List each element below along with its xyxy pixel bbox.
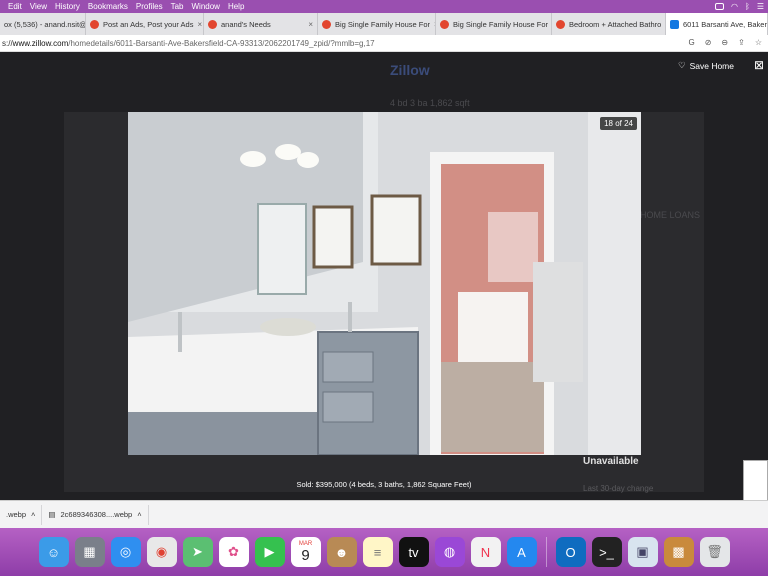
tab-title: 6011 Barsanti Ave, Bakersfie [683, 19, 767, 29]
bluetooth-icon[interactable]: ᛒ [745, 2, 750, 11]
site-icon [208, 19, 217, 29]
site-icon [322, 19, 331, 29]
download-item[interactable]: ▤ 2c689346308....webp ˄ [42, 504, 149, 525]
tab-bar: ox (5,536) - anand.nsit@× Post an Ads, P… [0, 13, 768, 35]
site-icon [440, 19, 449, 29]
podcasts-icon[interactable]: ◍ [434, 537, 465, 567]
outlook-icon[interactable]: O [555, 537, 586, 567]
contacts-icon[interactable]: ☻ [326, 537, 357, 567]
menu-window[interactable]: Window [192, 2, 220, 11]
zoom-icon[interactable]: ⊖ [721, 38, 728, 47]
menu-edit[interactable]: Edit [8, 2, 22, 11]
finder-icon[interactable]: ☺ [38, 537, 69, 567]
news-icon[interactable]: N [470, 537, 501, 567]
hide-icon[interactable]: ⊘ [705, 38, 712, 47]
maps-icon[interactable]: ➤ [182, 537, 213, 567]
menu-help[interactable]: Help [228, 2, 244, 11]
bookmark-star-icon[interactable]: ☆ [755, 38, 762, 47]
control-center-icon[interactable]: ☰ [757, 2, 764, 11]
tab-gmail[interactable]: ox (5,536) - anand.nsit@× [0, 13, 86, 35]
tab-title: ox (5,536) - anand.nsit@ [4, 19, 86, 29]
bathroom-image [128, 112, 641, 455]
zillow-logo: Zillow [390, 62, 430, 78]
url-path: /homedetails/6011-Barsanti-Ave-Bakersfie… [68, 38, 375, 48]
menu-tab[interactable]: Tab [171, 2, 184, 11]
photos-icon[interactable]: ✿ [218, 537, 249, 567]
trash-icon[interactable]: 🗑 [699, 537, 730, 567]
dock-separator [545, 537, 547, 567]
tab-big-house-2[interactable]: Big Single Family House For× [436, 13, 552, 35]
calendar-icon[interactable]: MAR 9 [290, 537, 321, 567]
chrome-icon[interactable]: ◉ [146, 537, 177, 567]
address-actions: G ⊘ ⊖ ⇪ ☆ [688, 38, 762, 47]
close-icon[interactable]: × [193, 20, 202, 29]
close-icon[interactable]: ⊠ [752, 58, 766, 72]
google-icon[interactable]: G [688, 38, 694, 47]
listing-facts: 4 bd 3 ba 1,862 sqft [390, 98, 470, 108]
status-icons: ◠ ᛒ ☰ [715, 0, 764, 13]
calendar-day: 9 [301, 546, 310, 564]
apple-tv-icon[interactable]: tv [398, 537, 429, 567]
url-domain: www.zillow.com [12, 38, 69, 48]
terminal-icon[interactable]: >_ [591, 537, 622, 567]
tab-post-ads[interactable]: Post an Ads, Post your Ads × [86, 13, 204, 35]
menu-profiles[interactable]: Profiles [136, 2, 163, 11]
menu-bar: Edit View History Bookmarks Profiles Tab… [0, 0, 768, 13]
file-icon: ▤ [48, 510, 56, 519]
wifi-icon[interactable]: ◠ [731, 2, 738, 11]
tab-title: Big Single Family House For [453, 19, 549, 29]
address-bar[interactable]: s://www.zillow.com/homedetails/6011-Bars… [0, 35, 768, 52]
zillow-icon [670, 19, 679, 29]
page-content: Zillow 4 bd 3 ba 1,862 sqft HOME LOANS ♡… [0, 52, 768, 500]
app-store-icon[interactable]: A [506, 537, 537, 567]
listing-photo[interactable]: 18 of 24 [128, 112, 641, 455]
tab-title: anand's Needs [221, 19, 271, 29]
save-home-label: Save Home [689, 60, 734, 71]
url-text[interactable]: s://www.zillow.com/homedetails/6011-Bars… [0, 39, 375, 48]
notes-icon[interactable]: ≡ [362, 537, 393, 567]
tab-title: Post an Ads, Post your Ads [103, 19, 194, 29]
site-icon [556, 19, 565, 29]
save-home-button[interactable]: ♡ Save Home [678, 60, 734, 71]
close-icon[interactable]: × [304, 20, 313, 29]
heart-icon: ♡ [677, 60, 686, 70]
url-scheme: s:// [2, 38, 13, 48]
tab-bedroom[interactable]: Bedroom + Attached Bathro× [552, 13, 666, 35]
archive-icon[interactable]: ▩ [663, 537, 694, 567]
tab-big-house-1[interactable]: Big Single Family House For× [318, 13, 436, 35]
preview-icon[interactable]: ▣ [627, 537, 658, 567]
menu-view[interactable]: View [30, 2, 47, 11]
facetime-icon[interactable]: ▶ [254, 537, 285, 567]
share-icon[interactable]: ⇪ [738, 38, 745, 47]
launchpad-icon[interactable]: ▦ [74, 537, 105, 567]
battery-icon[interactable] [715, 3, 725, 10]
tab-zillow[interactable]: 6011 Barsanti Ave, Bakersfie [666, 13, 768, 35]
download-name: 2c689346308....webp [60, 510, 133, 519]
chevron-up-icon[interactable]: ˄ [31, 510, 35, 519]
unavailable-label: Unavailable [583, 456, 639, 467]
home-loans-label: HOME LOANS [640, 210, 701, 220]
tab-title: Bedroom + Attached Bathro [569, 19, 662, 29]
site-icon [90, 19, 99, 29]
change-label: Last 30-day change [583, 484, 654, 493]
menu-bookmarks[interactable]: Bookmarks [88, 2, 128, 11]
tab-title: Big Single Family House For [335, 19, 431, 29]
menu-history[interactable]: History [55, 2, 80, 11]
tab-anands-needs[interactable]: anand's Needs × [204, 13, 318, 35]
safari-icon[interactable]: ◎ [110, 537, 141, 567]
chevron-up-icon[interactable]: ˄ [137, 510, 141, 519]
download-item[interactable]: .webp ˄ [0, 504, 43, 525]
dock: ☺ ▦ ◎ ◉ ➤ ✿ ▶ MAR 9 ☻ ≡ tv ◍ N A O >_ ▣ … [0, 528, 768, 576]
downloads-bar: .webp ˄ ▤ 2c689346308....webp ˄ [0, 500, 768, 528]
download-name: .webp [6, 510, 27, 519]
photo-counter: 18 of 24 [600, 117, 637, 130]
